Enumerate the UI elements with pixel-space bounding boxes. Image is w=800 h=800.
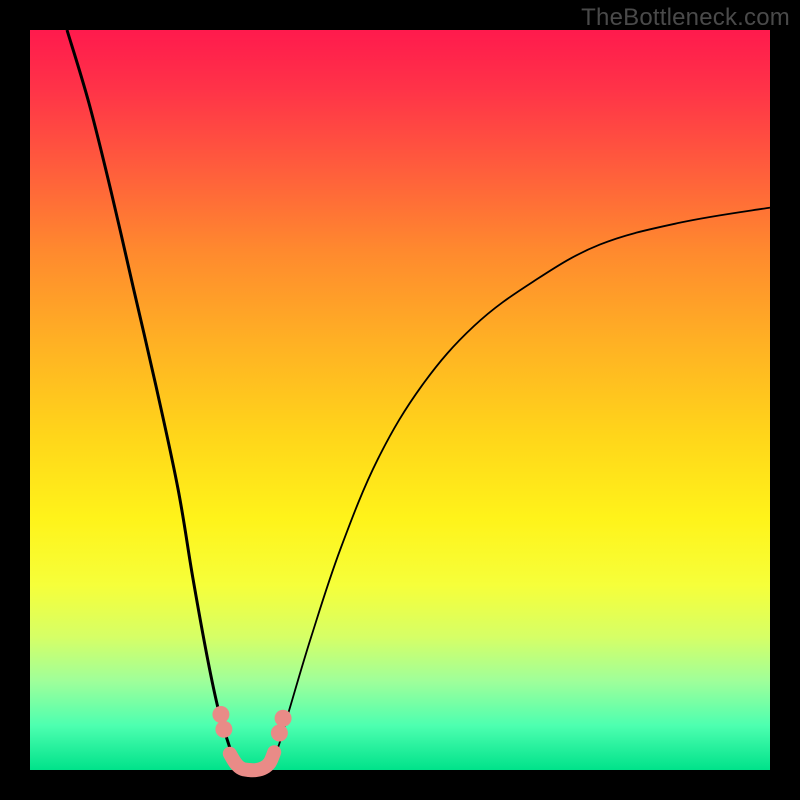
chart-svg (30, 30, 770, 770)
marker-dot (271, 725, 288, 742)
plot-area (30, 30, 770, 770)
watermark-label: TheBottleneck.com (581, 4, 790, 32)
marker-dot (275, 710, 292, 727)
marker-dot (212, 706, 229, 723)
curve-right-branch (267, 208, 770, 770)
valley-floor (230, 752, 274, 770)
curve-left-branch (67, 30, 237, 770)
marker-dot (215, 721, 232, 738)
marker-dots (212, 706, 291, 742)
